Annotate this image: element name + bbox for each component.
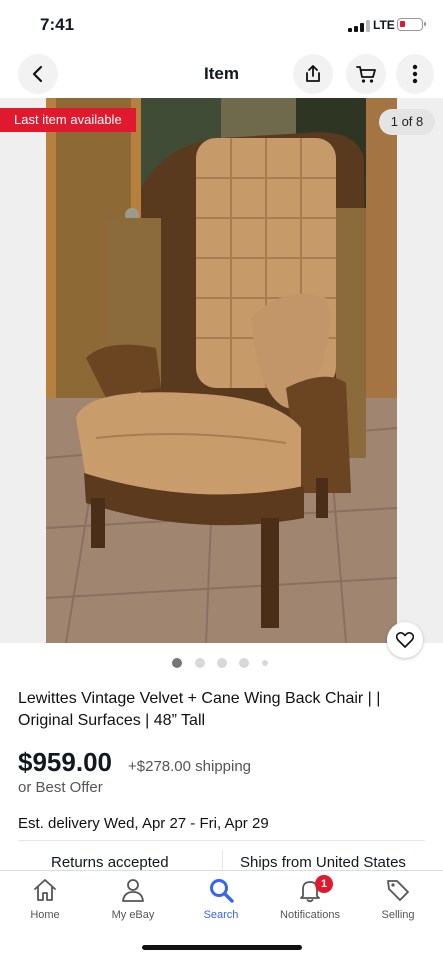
pagination-dot-active[interactable] [172,658,182,668]
pagination-dot[interactable] [195,658,205,668]
heart-icon [396,632,414,648]
share-icon [306,65,320,82]
gallery-pagination [0,658,443,670]
nav-label: Search [203,909,239,921]
chair-photo[interactable] [46,98,397,643]
estimated-delivery: Est. delivery Wed, Apr 27 - Fri, Apr 29 [18,815,269,832]
cart-icon [356,66,376,83]
ships-from[interactable]: Ships from United States [240,854,406,871]
image-gallery[interactable]: Last item available 1 of 8 [0,98,443,643]
item-price: $959.00 [18,747,112,777]
nav-my-ebay[interactable]: My eBay [88,877,178,921]
watch-button[interactable] [387,622,423,658]
top-bar: Item [0,52,443,98]
nav-label: Selling [381,909,415,921]
nav-notifications[interactable]: 1 Notifications [265,875,355,921]
nav-label: Notifications [280,909,340,921]
pagination-dot[interactable] [262,660,268,666]
pagination-dot[interactable] [217,658,227,668]
image-counter: 1 of 8 [379,109,435,135]
status-time: 7:41 [40,15,75,34]
notification-badge: 1 [315,875,333,893]
home-icon [34,879,56,901]
tag-icon [387,880,409,901]
network-label: LTE [373,18,395,32]
nav-label: Home [30,909,60,921]
last-item-badge: Last item available [0,108,136,132]
signal-icon [348,20,370,32]
returns-policy[interactable]: Returns accepted [51,854,169,871]
pagination-dot[interactable] [239,658,249,668]
nav-home[interactable]: Home [0,877,90,921]
nav-selling[interactable]: Selling [353,877,443,921]
divider [18,840,425,841]
nav-label: My eBay [111,909,155,921]
battery-icon [397,18,426,31]
share-button[interactable] [293,54,333,94]
divider [222,850,223,872]
more-vertical-icon [412,64,418,84]
item-title: Lewittes Vintage Velvet + Cane Wing Back… [18,690,381,729]
best-offer-label: or Best Offer [18,779,103,796]
person-icon [122,879,144,902]
nav-search[interactable]: Search [176,877,266,921]
cart-button[interactable] [346,54,386,94]
status-bar: 7:41 LTE [0,0,443,52]
shipping-cost: +$278.00 shipping [128,758,252,775]
more-options-button[interactable] [396,54,434,94]
search-icon [210,879,234,903]
home-indicator [142,945,302,950]
